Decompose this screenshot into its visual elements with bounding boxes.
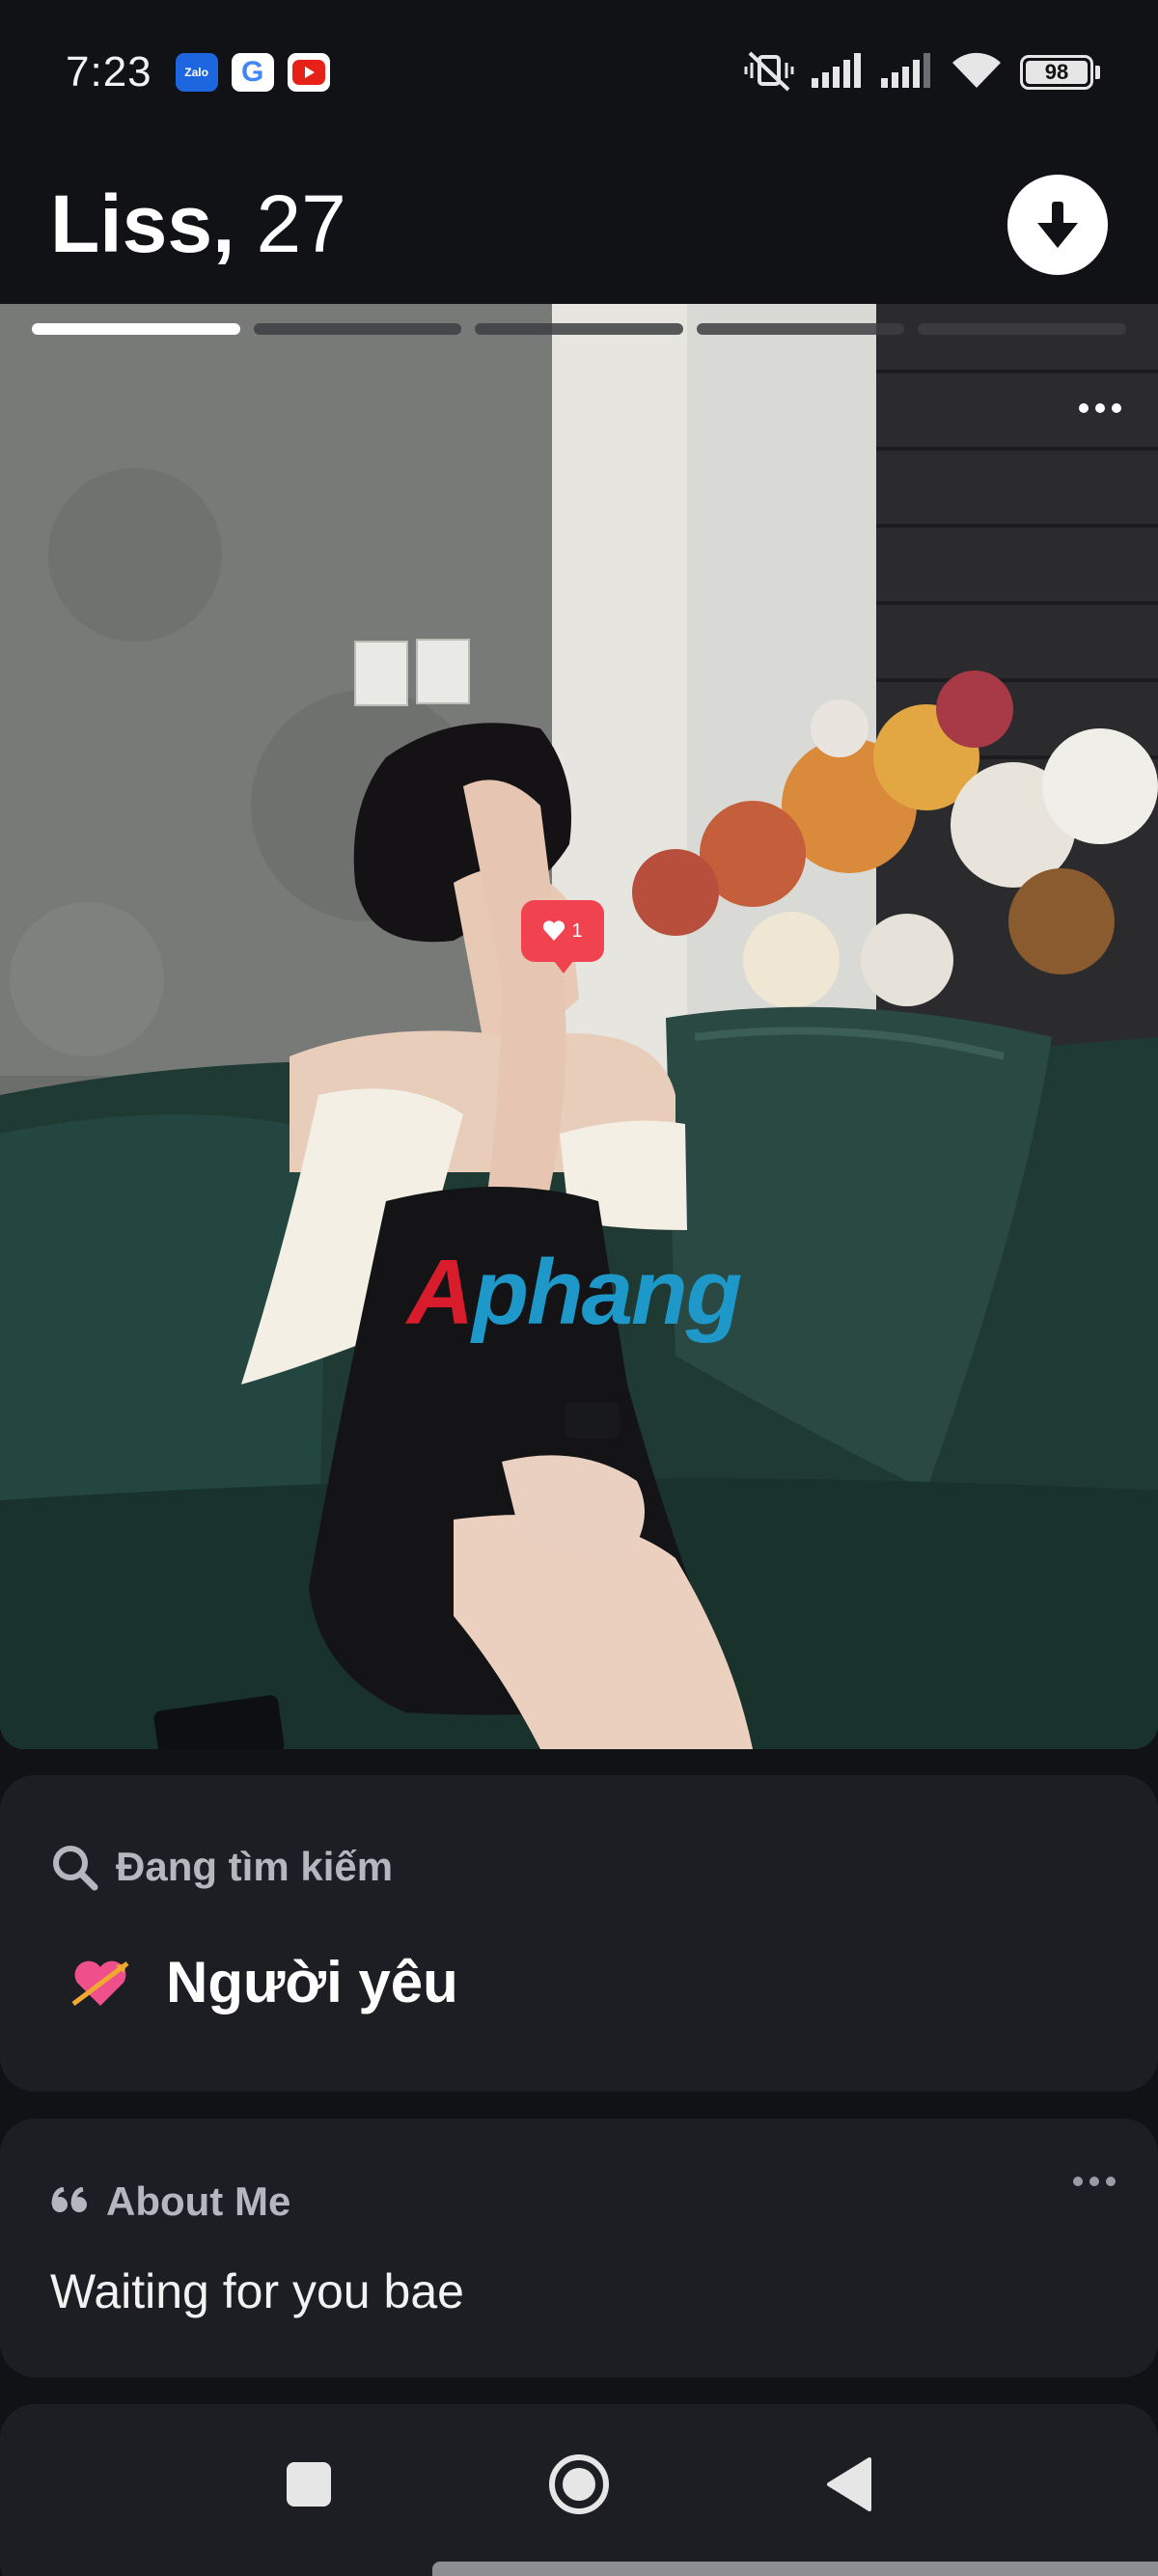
watermark-logo: A phang xyxy=(407,1241,742,1344)
profile-photo[interactable]: 1 A phang xyxy=(0,304,1158,1749)
home-button[interactable] xyxy=(545,2451,613,2518)
photo-progress-segment xyxy=(696,323,905,335)
more-dot-icon xyxy=(1112,403,1121,413)
profile-name: Liss xyxy=(50,178,213,269)
scroll-indicator xyxy=(432,2562,1158,2576)
profile-title: Liss , 27 xyxy=(50,178,346,271)
recents-square-icon xyxy=(287,2462,331,2507)
youtube-icon xyxy=(287,53,330,92)
arrow-down-icon xyxy=(1037,201,1078,248)
about-me-heading: About Me xyxy=(50,2179,290,2225)
status-bar: 7:23 Zalo G 98 xyxy=(0,0,1158,145)
recents-button[interactable] xyxy=(275,2451,343,2518)
looking-for-text: Người yêu xyxy=(166,1950,458,2014)
back-button[interactable] xyxy=(815,2451,883,2518)
back-triangle-icon xyxy=(827,2457,871,2511)
more-dot-icon xyxy=(1106,2177,1116,2186)
quote-icon xyxy=(51,2187,87,2212)
signal-icon xyxy=(881,52,933,93)
like-notification-badge: 1 xyxy=(521,900,604,973)
collapse-profile-button[interactable] xyxy=(1007,174,1108,275)
more-dot-icon xyxy=(1079,403,1089,413)
status-right: 98 xyxy=(744,49,1100,96)
signal-icon xyxy=(812,52,864,93)
heart-arrow-icon xyxy=(71,1960,129,2006)
status-left: 7:23 Zalo G xyxy=(66,48,330,96)
heart-icon xyxy=(543,920,565,941)
search-icon xyxy=(53,1846,98,1891)
photo-more-options-button[interactable] xyxy=(1071,389,1129,427)
looking-for-value: Người yêu xyxy=(69,1949,458,2015)
profile-screen: 7:23 Zalo G 98 Liss , 27 1 A phang Đang … xyxy=(0,0,1158,2576)
mute-vibrate-icon xyxy=(744,49,794,96)
photo-progress-segment xyxy=(475,323,683,335)
battery-icon: 98 xyxy=(1020,55,1100,90)
profile-name-separator: , xyxy=(212,178,235,269)
profile-header: Liss , 27 xyxy=(0,145,1158,304)
about-me-label: About Me xyxy=(106,2179,291,2224)
photo-image xyxy=(0,304,1158,1749)
about-me-card: About Me Waiting for you bae xyxy=(0,2119,1158,2377)
photo-progress xyxy=(32,323,1126,337)
battery-level: 98 xyxy=(1026,60,1088,84)
google-icon: G xyxy=(231,53,274,92)
like-count: 1 xyxy=(571,919,583,942)
photo-progress-segment xyxy=(918,323,1126,335)
zalo-icon: Zalo xyxy=(175,53,218,92)
about-me-text: Waiting for you bae xyxy=(50,2264,464,2318)
system-nav-bar xyxy=(0,2412,1158,2576)
about-more-options-button[interactable] xyxy=(1065,2167,1123,2196)
photo-progress-segment xyxy=(253,323,462,335)
photo-progress-segment-active xyxy=(32,323,240,335)
profile-age: 27 xyxy=(256,178,346,269)
more-dot-icon xyxy=(1089,2177,1099,2186)
more-dot-icon xyxy=(1095,403,1105,413)
wifi-icon xyxy=(951,51,1003,95)
more-dot-icon xyxy=(1073,2177,1083,2186)
status-time: 7:23 xyxy=(66,48,152,96)
looking-for-heading: Đang tìm kiếm xyxy=(50,1843,393,1891)
looking-for-label: Đang tìm kiếm xyxy=(116,1844,394,1889)
looking-for-card: Đang tìm kiếm Người yêu xyxy=(0,1775,1158,2092)
home-circle-icon xyxy=(549,2454,609,2514)
